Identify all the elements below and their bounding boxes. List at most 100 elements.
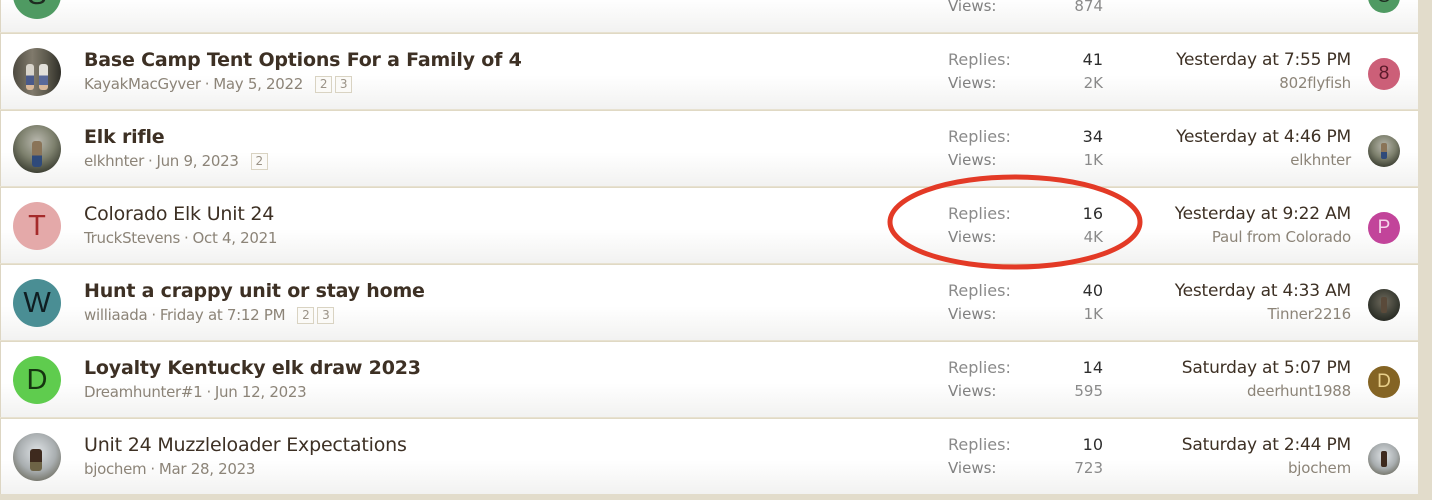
thread-stats: Replies: 10 Views: 723 xyxy=(948,433,1103,479)
last-poster-name[interactable]: elkhnter xyxy=(1176,149,1351,171)
thread-meta: bjochem · Mar 28, 2023 xyxy=(84,459,407,479)
page-link[interactable]: 2 xyxy=(314,76,332,93)
thread-stats: Replies: 14 Views: 595 xyxy=(948,356,1103,402)
latest-post: Saturday at 5:07 PM deerhunt1988 xyxy=(1182,356,1351,402)
last-poster-avatar[interactable]: S xyxy=(1368,0,1400,13)
thread-title[interactable]: Colorado Elk Unit 24 xyxy=(84,202,277,226)
thread-author[interactable]: williaada xyxy=(84,306,148,324)
latest-post: Saturday at 2:44 PM bjochem xyxy=(1182,433,1351,479)
thread-start-date[interactable]: Jun 12, 2023 xyxy=(215,383,307,401)
thread-title[interactable]: Base Camp Tent Options For a Family of 4 xyxy=(84,48,522,72)
views-label: Views: xyxy=(948,151,997,169)
latest-post: Yesterday at 4:46 PM elkhnter xyxy=(1176,125,1351,171)
replies-count: 34 xyxy=(1082,127,1103,146)
views-count: 723 xyxy=(1074,459,1103,477)
last-post-time[interactable]: Yesterday at 4:33 AM xyxy=(1175,279,1351,303)
separator: · xyxy=(151,306,156,324)
thread-start-date[interactable]: May 5, 2022 xyxy=(213,75,303,93)
replies-count: 40 xyxy=(1082,281,1103,300)
last-post-time[interactable]: Saturday at 5:07 PM xyxy=(1182,356,1351,380)
separator: · xyxy=(204,75,210,93)
last-poster-avatar[interactable]: D xyxy=(1368,366,1400,398)
author-avatar[interactable]: W xyxy=(13,279,61,327)
replies-stat: Replies: 41 xyxy=(948,48,1103,72)
views-label: Views: xyxy=(948,74,997,92)
views-count: 4K xyxy=(1083,228,1103,246)
last-poster-avatar[interactable]: 8 xyxy=(1368,58,1400,90)
thread-main: Elk rifle elkhnter · Jun 9, 2023 2 xyxy=(84,125,268,171)
thread-author[interactable]: bjochem xyxy=(84,460,147,478)
views-label: Views: xyxy=(948,382,997,400)
separator: · xyxy=(206,383,211,401)
last-poster-name[interactable]: bjochem xyxy=(1182,457,1351,479)
thread-meta: williaada · Friday at 7:12 PM 2 3 xyxy=(84,305,425,325)
page-link[interactable]: 3 xyxy=(317,307,335,324)
replies-stat: Replies: 10 xyxy=(948,433,1103,457)
thread-title[interactable]: Elk rifle xyxy=(84,125,268,149)
author-avatar[interactable]: T xyxy=(13,202,61,250)
latest-post: Yesterday at 7:55 PM 802flyfish xyxy=(1176,48,1351,94)
thread-author[interactable]: KayakMacGyver xyxy=(84,75,201,93)
views-stat: Views: 2K xyxy=(948,72,1103,94)
replies-label: Replies: xyxy=(948,435,1011,454)
thread-row: W Hunt a crappy unit or stay home willia… xyxy=(0,264,1418,340)
page-link[interactable]: 3 xyxy=(334,76,352,93)
page-link[interactable]: 2 xyxy=(250,153,268,170)
thread-row: T Colorado Elk Unit 24 TruckStevens · Oct … xyxy=(0,187,1418,263)
thread-start-date[interactable]: Friday at 7:12 PM xyxy=(160,306,286,324)
last-post-time[interactable]: Yesterday at 9:22 AM xyxy=(1175,202,1351,226)
page-jump-links: 23 xyxy=(297,307,335,324)
thread-stats: Replies: 41 Views: 2K xyxy=(948,48,1103,94)
latest-post: Yesterday at 9:22 AM Paul from Colorado xyxy=(1175,202,1351,248)
last-poster-name[interactable]: Tinner2216 xyxy=(1175,303,1352,325)
page-link[interactable]: 2 xyxy=(297,307,315,324)
last-poster-name[interactable]: Paul from Colorado xyxy=(1175,226,1351,248)
replies-count: 14 xyxy=(1082,358,1103,377)
replies-label: Replies: xyxy=(948,358,1011,377)
last-post-time[interactable]: Saturday at 2:44 PM xyxy=(1182,433,1351,457)
thread-main: Unit 24 Muzzleloader Expectations bjoche… xyxy=(84,433,407,479)
author-avatar[interactable] xyxy=(13,125,61,173)
replies-stat: Replies: 40 xyxy=(948,279,1103,303)
last-poster-avatar[interactable] xyxy=(1368,289,1400,321)
thread-stats: Replies: Views: 874 xyxy=(948,0,1103,17)
author-avatar[interactable] xyxy=(13,48,61,96)
thread-title[interactable]: Hunt a crappy unit or stay home xyxy=(84,279,425,303)
thread-title[interactable]: Unit 24 Muzzleloader Expectations xyxy=(84,433,407,457)
thread-author[interactable]: Dreamhunter#1 xyxy=(84,383,203,401)
last-poster-avatar[interactable] xyxy=(1368,135,1400,167)
thread-row: Base Camp Tent Options For a Family of 4… xyxy=(0,33,1418,109)
views-count: 874 xyxy=(1074,0,1103,15)
replies-label: Replies: xyxy=(948,281,1011,300)
separator: · xyxy=(150,460,155,478)
thread-title[interactable]: Loyalty Kentucky elk draw 2023 xyxy=(84,356,421,380)
last-post-time[interactable]: Yesterday at 7:55 PM xyxy=(1176,48,1351,72)
views-label: Views: xyxy=(948,305,997,323)
author-avatar[interactable] xyxy=(13,433,61,481)
last-post-time[interactable]: Yesterday at 4:46 PM xyxy=(1176,125,1351,149)
thread-row: Elk rifle elkhnter · Jun 9, 2023 2 Replies:… xyxy=(0,110,1418,186)
views-count: 595 xyxy=(1074,382,1103,400)
thread-author[interactable]: TruckStevens xyxy=(84,229,180,247)
thread-start-date[interactable]: Oct 4, 2021 xyxy=(193,229,278,247)
thread-stats: Replies: 16 Views: 4K xyxy=(948,202,1103,248)
replies-label: Replies: xyxy=(948,127,1011,146)
author-avatar[interactable]: D xyxy=(13,356,61,404)
last-poster-avatar[interactable]: P xyxy=(1368,212,1400,244)
last-poster-name[interactable]: deerhunt1988 xyxy=(1182,380,1351,402)
replies-count: 16 xyxy=(1082,204,1103,223)
thread-start-date[interactable]: Jun 9, 2023 xyxy=(156,152,238,170)
thread-author[interactable]: elkhnter xyxy=(84,152,144,170)
last-poster-avatar[interactable] xyxy=(1368,443,1400,475)
thread-main: Colorado Elk Unit 24 TruckStevens · Oct 4,… xyxy=(84,202,277,248)
views-label: Views: xyxy=(948,228,997,246)
thread-stats: Replies: 40 Views: 1K xyxy=(948,279,1103,325)
thread-meta: elkhnter · Jun 9, 2023 2 xyxy=(84,151,268,171)
views-count: 1K xyxy=(1083,151,1103,169)
separator: · xyxy=(184,229,189,247)
thread-start-date[interactable]: Mar 28, 2023 xyxy=(159,460,256,478)
page-margin xyxy=(1418,0,1432,500)
last-poster-name[interactable]: 802flyfish xyxy=(1176,72,1351,94)
replies-stat: Replies: 14 xyxy=(948,356,1103,380)
author-avatar[interactable]: S xyxy=(13,0,61,19)
